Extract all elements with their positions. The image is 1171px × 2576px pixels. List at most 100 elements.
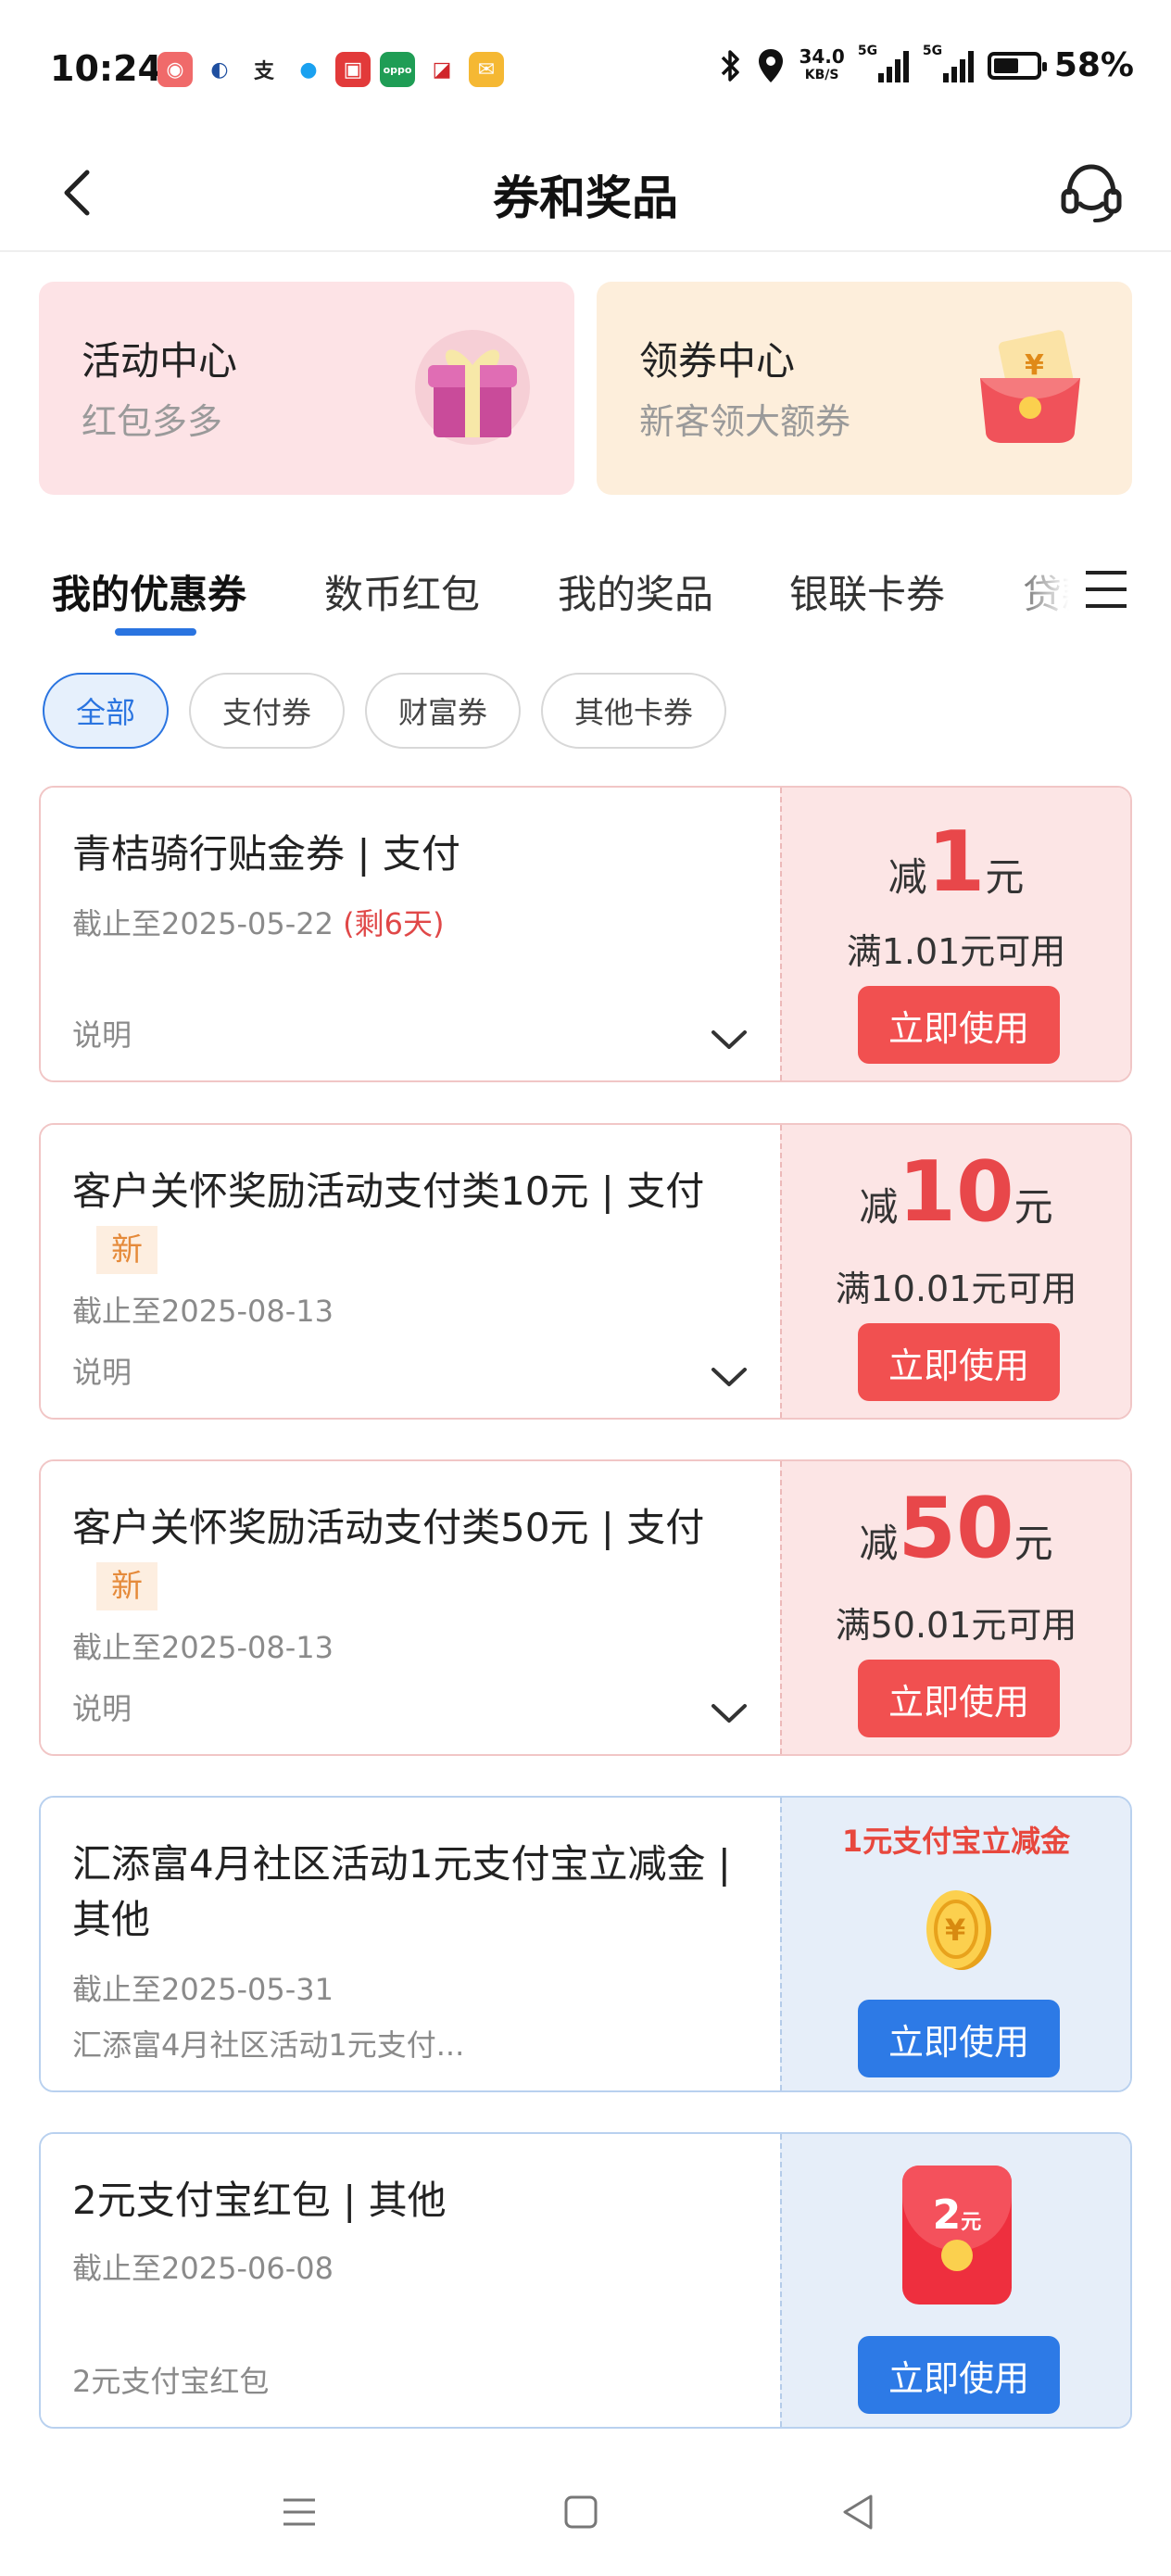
customer-service-icon[interactable] [1056, 158, 1127, 228]
envelope-amount: 2元 [902, 2191, 1012, 2239]
coupon-title-text: 客户关怀奖励活动支付类50元 | 支付 [72, 1505, 705, 1550]
promo-title: 活动中心 [82, 338, 238, 384]
red-envelope-icon: 2元 [902, 2166, 1012, 2305]
coupon-title: 青桔骑行贴金券 | 支付 [72, 831, 460, 877]
red-envelope-coupon-icon: ¥ [980, 330, 1080, 443]
new-badge: 新 [96, 1225, 157, 1274]
coupon-tabs: 我的优惠券 数币红包 我的奖品 银联卡券 贷款 [0, 552, 1171, 645]
home-icon[interactable] [558, 2489, 604, 2535]
unionpay-icon: ◪ [424, 52, 460, 87]
amount-value: 50 [898, 1480, 1014, 1577]
coupon-value-panel: 减10元 满10.01元可用 立即使用 [780, 1125, 1130, 1418]
tab-my-prizes[interactable]: 我的奖品 [558, 563, 713, 620]
qq-icon: ● [291, 52, 326, 87]
coupon-card: 客户关怀奖励活动支付类10元 | 支付 新 截止至2025-08-13 说明 减… [39, 1123, 1132, 1420]
bluetooth-icon [722, 49, 740, 82]
chevron-down-icon[interactable] [710, 1364, 749, 1390]
red-envelope-icon: ▣ [335, 52, 371, 87]
coupon-expire-date: 截止至2025-05-22 [72, 906, 334, 941]
amount-unit: 元 [985, 854, 1025, 900]
tab-digital-red-packets[interactable]: 数币红包 [324, 563, 480, 620]
filter-all[interactable]: 全部 [43, 673, 170, 749]
coupon-info: 2元支付宝红包 | 其他 截止至2025-06-08 2元支付宝红包 [41, 2134, 780, 2427]
page-title: 券和奖品 [493, 171, 678, 225]
tab-unionpay-coupons[interactable]: 银联卡券 [789, 563, 945, 620]
use-now-button[interactable]: 立即使用 [858, 986, 1060, 1064]
oppo-store-icon: oppo [380, 52, 415, 87]
coupon-center-card[interactable]: 领券中心 新客领大额券 ¥ [597, 282, 1132, 495]
network-label-2: 5G [922, 43, 943, 58]
coupon-expire: 截止至2025-08-13 [72, 1630, 334, 1665]
gold-coin-icon: ¥ [926, 1890, 991, 1970]
gift-box-icon [415, 330, 530, 445]
coupon-info: 客户关怀奖励活动支付类50元 | 支付 新 截止至2025-08-13 说明 [41, 1461, 780, 1754]
filter-wealth[interactable]: 财富券 [365, 673, 522, 749]
coupon-description: 2元支付宝红包 [72, 2364, 270, 2399]
envelope-unit: 元 [961, 2211, 982, 2234]
activity-center-card[interactable]: 活动中心 红包多多 [39, 282, 574, 495]
new-badge: 新 [96, 1561, 157, 1610]
net-speed-value: 34.0 [799, 44, 845, 68]
coupon-title: 客户关怀奖励活动支付类10元 | 支付 新 [72, 1164, 749, 1275]
coupon-expire: 截止至2025-05-22 (剩6天) [72, 901, 445, 943]
coupon-expire: 截止至2025-08-13 [72, 1294, 334, 1329]
status-right: 34.0 KB/S 5G 5G 58% [719, 43, 1134, 84]
use-now-button[interactable]: 立即使用 [858, 1660, 1060, 1737]
active-tab-indicator [115, 628, 196, 636]
coupon-expire: 截止至2025-05-31 [72, 1972, 334, 2007]
coupon-info: 青桔骑行贴金券 | 支付 截止至2025-05-22 (剩6天) 说明 [41, 788, 780, 1080]
amount-value: 1 [926, 814, 986, 911]
coupon-description-link[interactable]: 说明 [72, 1012, 132, 1054]
system-nav-bar [0, 2446, 1171, 2576]
chevron-down-icon[interactable] [710, 1700, 749, 1726]
notification-icons: ◉ ◐ 支 ● ▣ oppo ◪ ✉ [157, 52, 504, 87]
app-notification-icon: ◉ [157, 52, 193, 87]
chevron-down-icon[interactable] [710, 1027, 749, 1053]
coupon-amount: 减1元 [782, 814, 1130, 911]
location-icon [759, 48, 784, 82]
promo-title: 领券中心 [639, 338, 796, 384]
filter-payment[interactable]: 支付券 [189, 673, 346, 749]
amount-prefix: 减 [859, 1521, 899, 1566]
bank-app-icon: ◐ [202, 52, 237, 87]
status-time: 10:24 [50, 48, 162, 89]
net-speed-unit: KB/S [804, 67, 839, 82]
use-now-button[interactable]: 立即使用 [858, 1323, 1060, 1401]
coupon-description: 汇添富4月社区活动1元支付... [72, 2027, 465, 2063]
tab-my-coupons[interactable]: 我的优惠券 [52, 563, 246, 620]
signal-5g-2: 5G [922, 43, 975, 84]
amount-prefix: 减 [859, 1184, 899, 1230]
network-label-1: 5G [857, 43, 878, 58]
coupon-info: 客户关怀奖励活动支付类10元 | 支付 新 截止至2025-08-13 说明 [41, 1125, 780, 1418]
coupon-title: 客户关怀奖励活动支付类50元 | 支付 新 [72, 1500, 749, 1611]
coupon-condition: 满10.01元可用 [835, 1269, 1077, 1309]
battery-fill [993, 57, 1018, 73]
coupon-amount: 减10元 [782, 1143, 1130, 1241]
coupon-value-panel: 1元支付宝立减金 ¥ 立即使用 [780, 1798, 1130, 2090]
amount-unit: 元 [1014, 1521, 1053, 1566]
coupon-value-panel: 减50元 满50.01元可用 立即使用 [780, 1461, 1130, 1754]
svg-text:¥: ¥ [1025, 349, 1044, 382]
battery-icon [987, 51, 1047, 80]
recent-apps-icon[interactable] [276, 2489, 322, 2535]
coupon-remaining-days: (剩6天) [343, 906, 445, 941]
coupon-title: 2元支付宝红包 | 其他 [72, 2178, 447, 2223]
coupon-condition: 满1.01元可用 [846, 931, 1066, 972]
net-speed: 34.0 KB/S [799, 47, 844, 84]
coupon-card: 客户关怀奖励活动支付类50元 | 支付 新 截止至2025-08-13 说明 减… [39, 1459, 1132, 1756]
coupon-card: 2元支付宝红包 | 其他 截止至2025-06-08 2元支付宝红包 2元 立即… [39, 2132, 1132, 2429]
coupon-expire: 截止至2025-06-08 [72, 2251, 334, 2286]
menu-icon[interactable] [1082, 565, 1130, 613]
envelope-value: 2 [932, 2191, 962, 2239]
coupon-description-link[interactable]: 说明 [72, 1349, 132, 1392]
filter-other[interactable]: 其他卡券 [541, 673, 727, 749]
envelope-seal [941, 2240, 973, 2271]
coupon-card: 汇添富4月社区活动1元支付宝立减金 | 其他 截止至2025-05-31 汇添富… [39, 1796, 1132, 2092]
battery-percent: 58% [1053, 46, 1134, 84]
mail-icon: ✉ [469, 52, 504, 87]
back-nav-icon[interactable] [836, 2489, 882, 2535]
use-now-button[interactable]: 立即使用 [858, 2000, 1060, 2077]
coupon-value-panel: 减1元 满1.01元可用 立即使用 [780, 788, 1130, 1080]
coupon-description-link[interactable]: 说明 [72, 1686, 132, 1728]
use-now-button[interactable]: 立即使用 [858, 2336, 1060, 2414]
